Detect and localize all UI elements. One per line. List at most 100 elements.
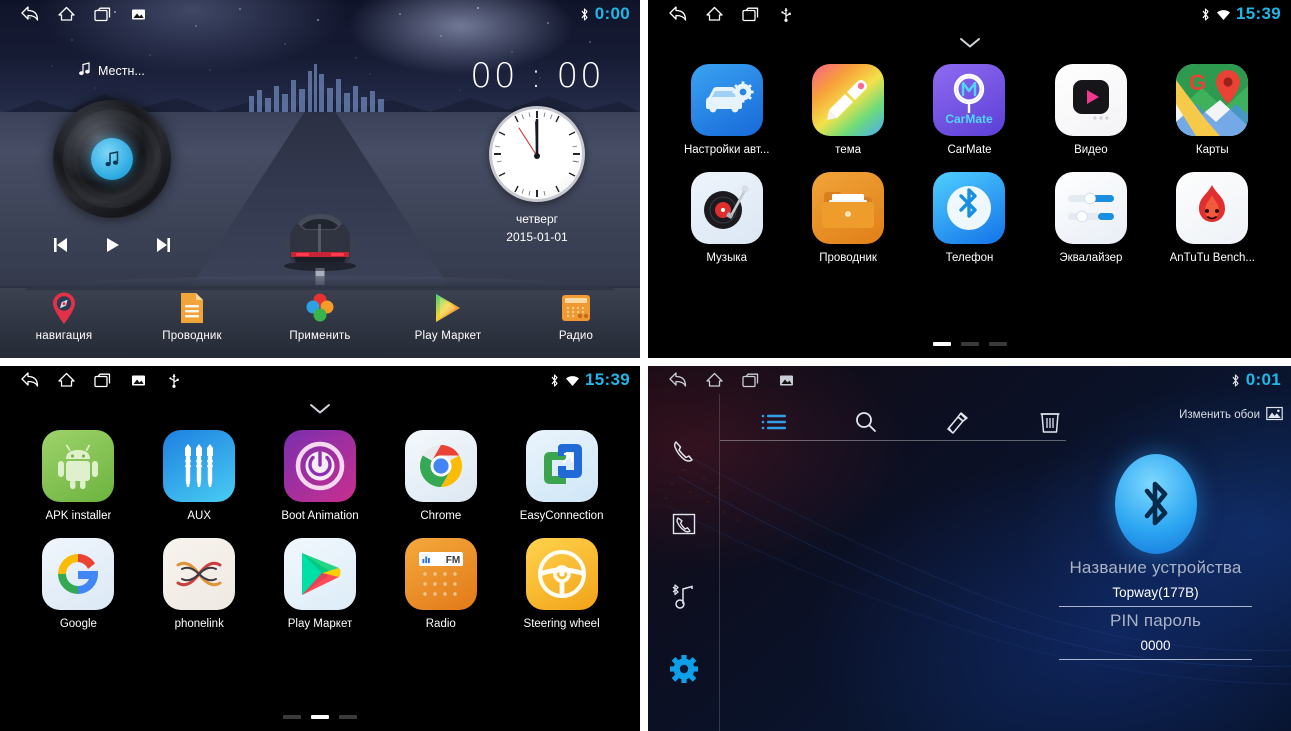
app-aux[interactable]: AUX xyxy=(139,422,260,522)
dock-item-navigation[interactable]: навигация xyxy=(9,290,119,342)
bluetooth-device-info: Название устройства Topway(177B) PIN пар… xyxy=(1038,454,1273,660)
panel-app-drawer-page1: 15:39 Настройки авт... тема CarMate CarM… xyxy=(648,0,1291,358)
back-icon[interactable] xyxy=(12,367,48,393)
pin-label: PIN пароль xyxy=(1109,611,1202,630)
home-icon[interactable] xyxy=(696,1,732,27)
svg-text:G: G xyxy=(1189,70,1206,95)
next-icon[interactable] xyxy=(150,232,176,258)
device-name-field[interactable]: Название устройства Topway(177B) xyxy=(1038,558,1273,607)
play-icon[interactable] xyxy=(99,232,125,258)
trash-icon[interactable] xyxy=(1004,405,1096,439)
recents-icon[interactable] xyxy=(732,367,768,393)
equalizer-icon xyxy=(1054,172,1127,244)
recents-icon[interactable] xyxy=(732,1,768,27)
statusbar-bluetooth: 0:01 xyxy=(648,366,1291,394)
app-theme[interactable]: тема xyxy=(787,56,908,156)
recents-icon[interactable] xyxy=(84,1,120,27)
app-label: тема xyxy=(835,144,862,156)
usb-icon[interactable] xyxy=(768,1,804,27)
page-indicator-dots xyxy=(283,715,357,719)
dialpad-phone-icon[interactable] xyxy=(667,435,701,469)
back-icon[interactable] xyxy=(660,1,696,27)
edit-icon[interactable] xyxy=(912,405,1004,439)
page-dot[interactable] xyxy=(932,342,951,346)
previous-icon[interactable] xyxy=(48,232,74,258)
apply-flower-icon xyxy=(302,290,338,326)
car-settings-icon xyxy=(690,64,763,136)
app-label: Radio xyxy=(425,618,456,630)
wallpaper-icon xyxy=(1266,406,1283,424)
radio-fm-icon: FM xyxy=(404,538,477,610)
city-skyline-decoration xyxy=(249,64,384,112)
bluetooth-music-icon[interactable] xyxy=(667,580,701,614)
bluetooth-icon xyxy=(549,373,560,388)
settings-gear-icon[interactable] xyxy=(667,652,701,686)
app-grid-page2: APK installer AUX Boot Animation Chrome … xyxy=(0,422,640,630)
now-playing-chip[interactable]: Местн... xyxy=(78,62,145,79)
app-steering-wheel[interactable]: Steering wheel xyxy=(501,530,622,630)
nav-icons-group xyxy=(0,367,192,393)
bluetooth-icon xyxy=(579,7,590,22)
app-maps[interactable]: G Карты xyxy=(1152,56,1273,156)
statusbar-clock: 0:01 xyxy=(1245,370,1281,389)
app-apk-installer[interactable]: APK installer xyxy=(18,422,139,522)
chevron-down-icon[interactable] xyxy=(959,36,981,54)
pin-field[interactable]: PIN пароль 0000 xyxy=(1038,611,1273,660)
statusbar-home: 0:00 xyxy=(0,0,640,28)
app-label: Boot Animation xyxy=(281,510,359,522)
home-icon[interactable] xyxy=(696,367,732,393)
app-label: Видео xyxy=(1074,144,1108,156)
app-label: Chrome xyxy=(420,510,462,522)
app-boot-animation[interactable]: Boot Animation xyxy=(260,422,381,522)
screenshot-icon[interactable] xyxy=(120,367,156,393)
call-history-icon[interactable] xyxy=(667,507,701,541)
app-antutu[interactable]: AnTuTu Bench... xyxy=(1152,164,1273,264)
app-video[interactable]: Видео xyxy=(1030,56,1151,156)
app-chrome[interactable]: Chrome xyxy=(380,422,501,522)
screenshot-icon[interactable] xyxy=(120,1,156,27)
app-carmate[interactable]: CarMate CarMate xyxy=(909,56,1030,156)
dock-item-apply[interactable]: Применить xyxy=(265,290,375,342)
page-dot[interactable] xyxy=(988,342,1007,346)
home-icon[interactable] xyxy=(48,367,84,393)
app-file-manager[interactable]: Проводник xyxy=(787,164,908,264)
page-dot[interactable] xyxy=(283,715,301,719)
bluetooth-icon xyxy=(1230,373,1241,388)
dock-item-play-store[interactable]: Play Маркет xyxy=(393,290,503,342)
usb-icon[interactable] xyxy=(156,367,192,393)
app-phone[interactable]: Телефон xyxy=(909,164,1030,264)
home-icon[interactable] xyxy=(48,1,84,27)
back-icon[interactable] xyxy=(12,1,48,27)
nav-icons-group xyxy=(648,1,804,27)
app-phonelink[interactable]: phonelink xyxy=(139,530,260,630)
panel-app-drawer-page2: 15:39 APK installer AUX Boot Animation C… xyxy=(0,366,640,731)
app-music[interactable]: Музыка xyxy=(666,164,787,264)
recents-icon[interactable] xyxy=(84,367,120,393)
app-play-store[interactable]: Play Маркет xyxy=(260,530,381,630)
search-icon[interactable] xyxy=(820,405,912,439)
vinyl-record-icon[interactable] xyxy=(53,100,171,218)
page-dot[interactable] xyxy=(311,715,329,719)
chevron-down-icon[interactable] xyxy=(309,402,331,420)
app-label: CarMate xyxy=(947,144,992,156)
dock-item-file-manager[interactable]: Проводник xyxy=(137,290,247,342)
antutu-icon xyxy=(1176,172,1249,244)
app-car-settings[interactable]: Настройки авт... xyxy=(666,56,787,156)
dock-item-radio[interactable]: Радио xyxy=(521,290,631,342)
back-icon[interactable] xyxy=(660,367,696,393)
status-indicators-group: 0:00 xyxy=(579,4,640,24)
app-radio[interactable]: FM Radio xyxy=(380,530,501,630)
bluetooth-phone-icon xyxy=(933,172,1006,244)
screenshot-icon[interactable] xyxy=(768,367,804,393)
bluetooth-sidebar xyxy=(648,394,720,731)
list-icon[interactable] xyxy=(728,405,820,439)
page-dot[interactable] xyxy=(339,715,357,719)
app-equalizer[interactable]: Эквалайзер xyxy=(1030,164,1151,264)
app-easyconnection[interactable]: EasyConnection xyxy=(501,422,622,522)
page-dot[interactable] xyxy=(960,342,979,346)
change-wallpaper-button[interactable]: Изменить обои xyxy=(1179,406,1283,424)
clock-widget[interactable]: 00 : 00 четверг 2015-01-01 xyxy=(452,56,622,244)
app-google[interactable]: Google xyxy=(18,530,139,630)
app-label: Play Маркет xyxy=(287,618,353,630)
navigation-pin-icon xyxy=(46,290,82,326)
